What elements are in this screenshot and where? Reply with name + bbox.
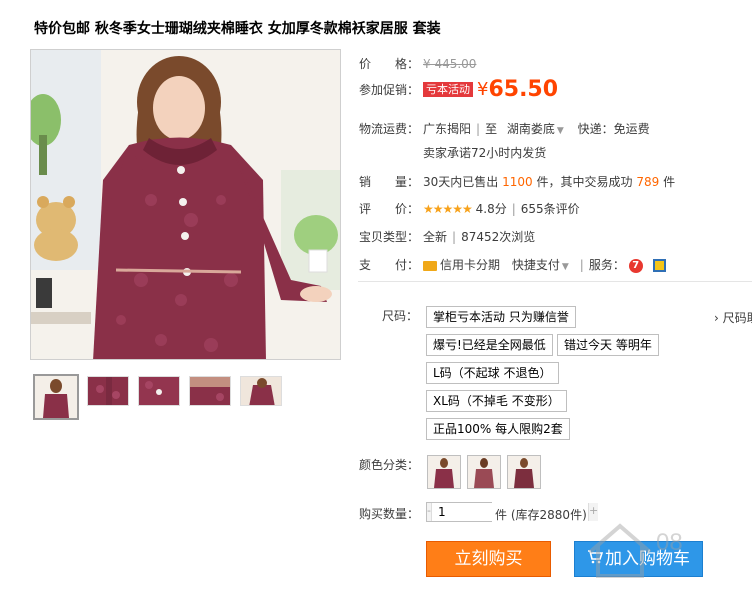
color-label: 颜色分类：	[359, 458, 420, 472]
promotion-tag: 亏本活动	[423, 82, 473, 97]
thumbnail-2[interactable]	[87, 376, 129, 406]
item-type-row: 宝贝类型： 全新 | 87452次浏览	[359, 230, 536, 244]
color-option-3[interactable]	[507, 455, 541, 489]
size-option-2[interactable]: 爆亏!已经是全网最低	[426, 334, 553, 356]
thumbnail-5[interactable]	[240, 376, 282, 406]
color-option-2[interactable]	[467, 455, 501, 489]
promotion-row: 参加促销： 亏本活动 ¥65.50	[359, 77, 558, 102]
quantity-label: 购买数量：	[359, 507, 420, 521]
chevron-down-icon[interactable]: ▼	[562, 262, 569, 272]
sales-label: 销 量：	[359, 175, 420, 189]
chevron-down-icon[interactable]: ▼	[557, 126, 564, 136]
promotion-label: 参加促销：	[359, 83, 420, 97]
size-option-1[interactable]: 掌柜亏本活动 只为赚信誉	[426, 306, 576, 328]
quantity-stepper: - +	[426, 502, 599, 522]
success-count: 789	[636, 175, 660, 189]
rating-label: 评 价：	[359, 202, 420, 216]
credit-card-icon	[423, 260, 437, 271]
guarantee-icon[interactable]	[652, 259, 666, 272]
shipping-label: 物流运费：	[359, 122, 420, 136]
view-count: 87452次浏览	[461, 230, 536, 244]
product-title: 特价包邮 秋冬季女士珊瑚绒夹棉睡衣 女加厚冬款棉袄家居服 套装	[34, 21, 441, 37]
sales-mid: 件，其中交易成功	[536, 175, 633, 189]
sales-suffix: 件	[663, 175, 676, 189]
sales-row: 销 量： 30天内已售出 1100 件，其中交易成功 789 件	[359, 173, 675, 190]
size-option-5[interactable]: XL码（不掉毛 不变形）	[426, 390, 567, 412]
watermark-logo: 08	[584, 512, 752, 582]
svg-text:08: 08	[656, 529, 683, 556]
thumbnail-1[interactable]	[33, 374, 79, 420]
installment-option[interactable]: 信用卡分期	[440, 258, 500, 272]
quantity-unit: 件	[495, 508, 508, 522]
model-illustration	[31, 50, 340, 359]
shipping-promise: 卖家承诺72小时内发货	[423, 146, 547, 160]
section-divider	[358, 281, 752, 282]
sales-count: 1100	[502, 175, 533, 189]
review-count[interactable]: 655条评价	[521, 202, 580, 216]
price-label: 价 格：	[359, 57, 420, 71]
seven-day-return-icon[interactable]: 7	[628, 258, 643, 273]
size-option-3[interactable]: 错过今天 等明年	[557, 334, 659, 356]
item-type-label: 宝贝类型：	[359, 230, 420, 244]
payment-label: 支 付：	[359, 258, 420, 272]
shipping-row: 物流运费： 广东揭阳 | 至 湖南娄底 ▼ 快递：免运费	[359, 122, 650, 136]
payment-row: 支 付： 信用卡分期 快捷支付 ▼ | 服务： 7	[359, 256, 666, 273]
sales-prefix: 30天内已售出	[423, 175, 499, 189]
shipping-destination[interactable]: 湖南娄底	[507, 122, 555, 136]
star-rating-icon: ★★★★★	[423, 202, 473, 216]
shipping-origin: 广东揭阳	[423, 122, 472, 136]
color-option-1[interactable]	[427, 455, 461, 489]
buy-now-button[interactable]: 立刻购买	[426, 541, 551, 577]
size-label: 尺码：	[382, 309, 419, 323]
original-price: ¥ 445.00	[423, 57, 477, 71]
quantity-unit-stock: 件 (库存2880件)	[495, 506, 587, 523]
size-option-4[interactable]: L码（不起球 不退色）	[426, 362, 559, 384]
price-row: 价 格： ¥ 445.00	[359, 55, 476, 72]
item-condition: 全新	[423, 230, 448, 244]
thumbnail-4[interactable]	[189, 376, 231, 406]
promotion-price: 65.50	[488, 77, 559, 102]
stock-count: (库存2880件)	[510, 508, 587, 522]
rating-score: 4.8分	[475, 202, 507, 216]
size-guide-link[interactable]: › 尺码助手	[714, 309, 752, 326]
rating-row: 评 价： ★★★★★ 4.8分 | 655条评价	[359, 202, 580, 216]
express-fee: 快递：免运费	[577, 122, 650, 136]
quickpay-option[interactable]: 快捷支付	[512, 258, 560, 272]
currency-symbol: ¥	[477, 79, 489, 100]
size-option-6[interactable]: 正品100% 每人限购2套	[426, 418, 570, 440]
shipping-to: 至	[485, 122, 498, 136]
service-label: 服务：	[588, 258, 625, 272]
thumbnail-3[interactable]	[138, 376, 180, 406]
main-product-image[interactable]	[30, 49, 341, 360]
